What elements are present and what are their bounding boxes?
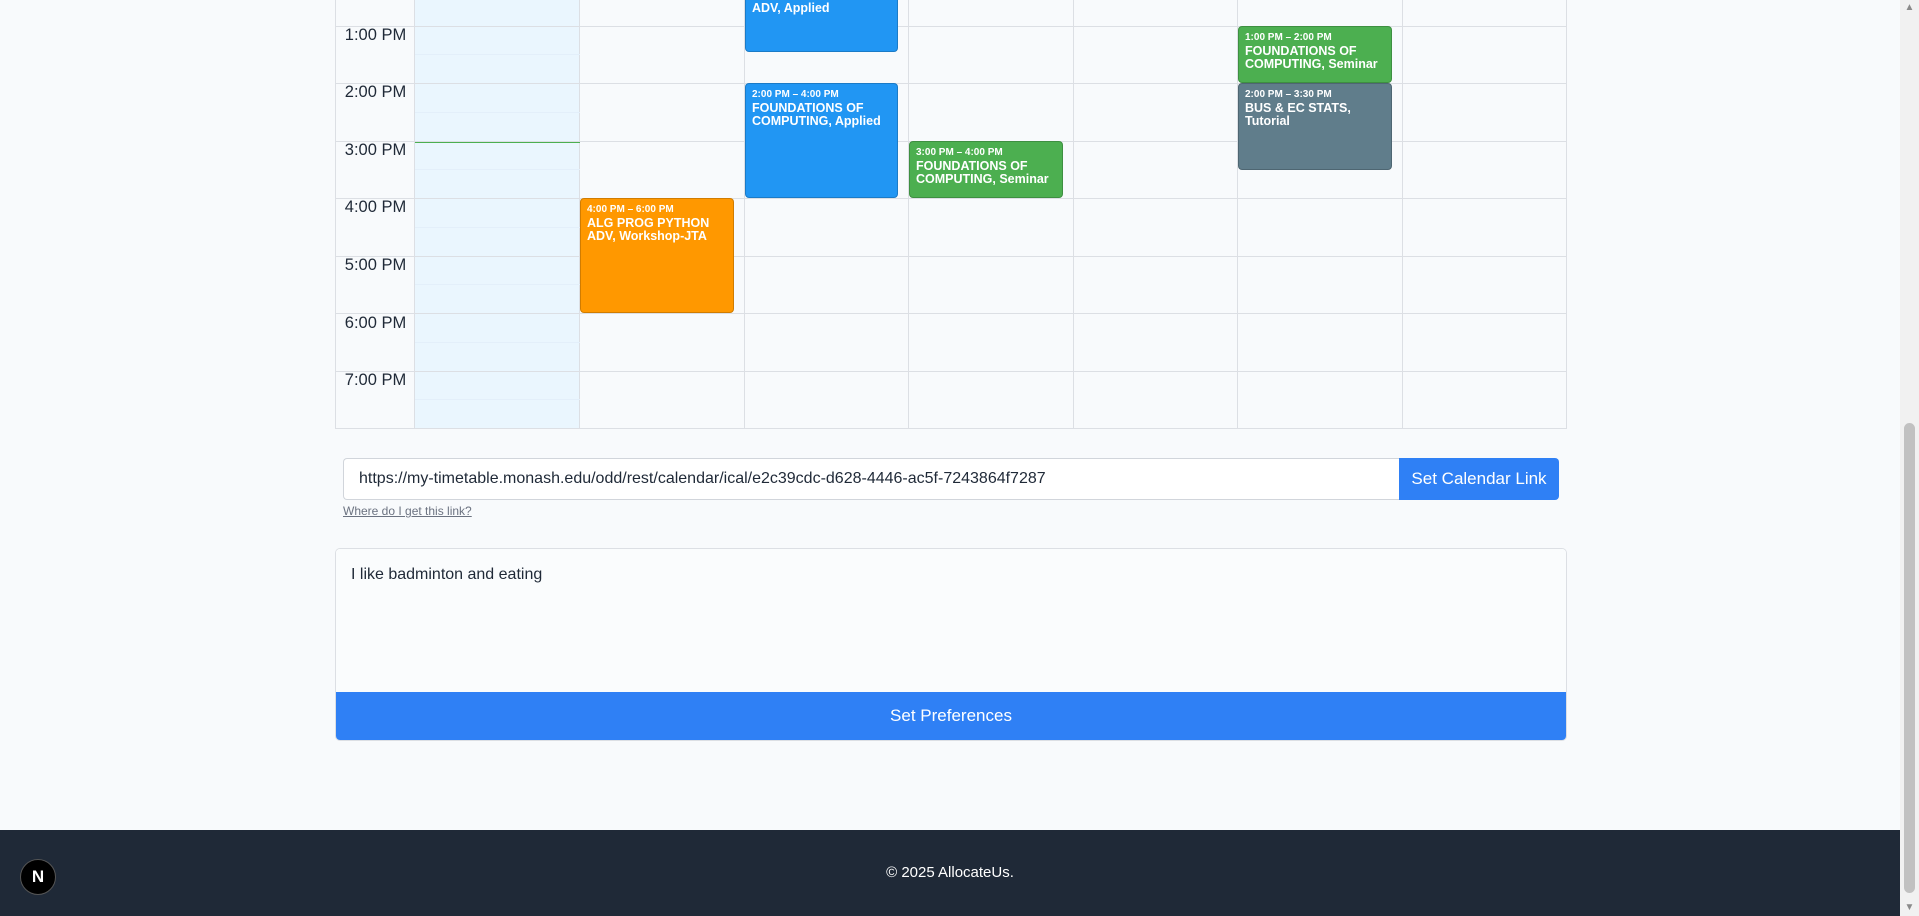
event-title: FOUNDATIONS OF COMPUTING, Seminar (916, 159, 1049, 186)
event-title: FOUNDATIONS OF COMPUTING, Seminar (1245, 44, 1378, 71)
page-scrollbar[interactable]: ▲ ▼ (1900, 0, 1919, 916)
event-title: FOUNDATIONS OF COMPUTING, Applied (752, 101, 881, 128)
day-column[interactable] (909, 0, 1074, 428)
time-label: 2:00 PM (344, 83, 407, 101)
scroll-up-arrow-icon[interactable]: ▲ (1900, 0, 1919, 16)
day-column-today[interactable] (415, 0, 580, 428)
day-column[interactable] (745, 0, 909, 428)
day-column[interactable] (1403, 0, 1567, 428)
time-label: 6:00 PM (344, 314, 407, 332)
event-title: BUS & EC STATS, Tutorial (1245, 101, 1351, 128)
event-applied[interactable]: ADV, Applied (745, 0, 898, 52)
event-alg-prog-python[interactable]: 4:00 PM – 6:00 PM ALG PROG PYTHON ADV, W… (580, 198, 734, 313)
event-time: 2:00 PM – 3:30 PM (1245, 89, 1332, 100)
half-hour-gridline (415, 284, 580, 285)
calendar-link-input[interactable] (343, 458, 1399, 500)
half-hour-gridline (415, 399, 580, 400)
hour-gridline (336, 428, 1566, 429)
time-label: 1:00 PM (344, 26, 407, 44)
half-hour-gridline (415, 227, 580, 228)
calendar-link-help[interactable]: Where do I get this link? (343, 504, 472, 518)
event-title: ALG PROG PYTHON ADV, Workshop-JTA (587, 216, 710, 243)
event-bus-ec-stats[interactable]: 2:00 PM – 3:30 PM BUS & EC STATS, Tutori… (1238, 83, 1392, 170)
current-time-indicator (415, 142, 580, 143)
half-hour-gridline (415, 342, 580, 343)
hour-gridline (336, 371, 1566, 372)
page: 1:00 PM 2:00 PM 3:00 PM 4:00 PM 5:00 PM … (0, 0, 1900, 916)
event-foundations-seminar[interactable]: 1:00 PM – 2:00 PM FOUNDATIONS OF COMPUTI… (1238, 26, 1392, 83)
time-column: 1:00 PM 2:00 PM 3:00 PM 4:00 PM 5:00 PM … (336, 0, 415, 428)
week-calendar: 1:00 PM 2:00 PM 3:00 PM 4:00 PM 5:00 PM … (335, 0, 1567, 429)
day-column[interactable] (1074, 0, 1238, 428)
event-title: ADV, Applied (752, 1, 830, 15)
half-hour-gridline (415, 169, 580, 170)
event-foundations-applied[interactable]: 2:00 PM – 4:00 PM FOUNDATIONS OF COMPUTI… (745, 83, 898, 198)
calendar-link-form: Set Calendar Link (343, 458, 1559, 500)
event-foundations-seminar[interactable]: 3:00 PM – 4:00 PM FOUNDATIONS OF COMPUTI… (909, 141, 1063, 198)
hour-gridline (336, 256, 1566, 257)
scroll-down-arrow-icon[interactable]: ▼ (1900, 900, 1919, 916)
footer: N © 2025 AllocateUs. (0, 830, 1900, 916)
half-hour-gridline (415, 112, 580, 113)
hour-gridline (336, 198, 1566, 199)
event-time: 1:00 PM – 2:00 PM (1245, 32, 1332, 43)
time-label: 5:00 PM (344, 256, 407, 274)
event-time: 3:00 PM – 4:00 PM (916, 147, 1003, 158)
time-label: 7:00 PM (344, 371, 407, 389)
time-label: 3:00 PM (344, 141, 407, 159)
copyright-text: © 2025 AllocateUs. (886, 864, 1014, 881)
set-calendar-link-button[interactable]: Set Calendar Link (1399, 458, 1559, 500)
half-hour-gridline (415, 54, 580, 55)
set-preferences-button[interactable]: Set Preferences (336, 692, 1566, 740)
preferences-panel: I like badminton and eating Set Preferen… (335, 548, 1567, 741)
preferences-input[interactable]: I like badminton and eating (336, 549, 1566, 693)
scroll-thumb[interactable] (1904, 423, 1915, 893)
hour-gridline (336, 313, 1566, 314)
event-time: 4:00 PM – 6:00 PM (587, 204, 674, 215)
time-label: 4:00 PM (344, 198, 407, 216)
event-time: 2:00 PM – 4:00 PM (752, 89, 839, 100)
